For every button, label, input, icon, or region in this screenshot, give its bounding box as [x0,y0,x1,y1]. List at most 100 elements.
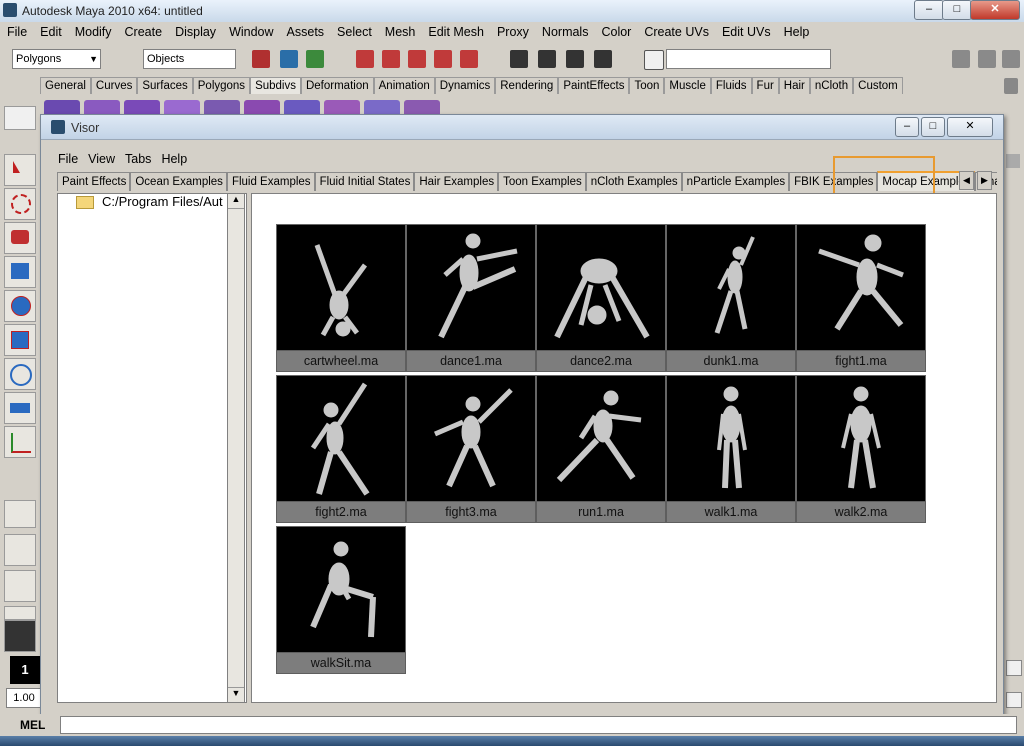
rotate-tool-icon[interactable] [4,290,36,322]
shelf-tab[interactable]: Rendering [495,77,559,94]
thumbnail-item[interactable]: run1.ma [536,375,666,523]
universal-manipulator-icon[interactable] [4,358,36,390]
tab-scroll-right-icon[interactable]: ▶ [977,171,992,190]
visor-tab[interactable]: Ocean Examples [130,172,227,191]
thumbnail-item[interactable]: dance1.ma [406,224,536,372]
persp-outliner-layout-icon[interactable] [4,570,36,602]
select-component-icon[interactable] [306,50,324,68]
snap-plane-icon[interactable] [434,50,452,68]
maximize-button[interactable]: □ [942,0,972,20]
trash-icon[interactable] [1004,78,1018,94]
shelf-tab[interactable]: PaintEffects [558,77,630,94]
visor-close-button[interactable]: ✕ [947,117,993,137]
visor-tab[interactable]: Hair Examples [414,172,499,191]
visor-tab[interactable]: nParticle Examples [681,172,790,191]
menu-select[interactable]: Select [330,22,378,41]
hypershade-icon[interactable] [594,50,612,68]
thumbnail-item[interactable]: fight2.ma [276,375,406,523]
visor-menu-file[interactable]: File [53,151,83,167]
menu-help[interactable]: Help [777,22,816,41]
paint-select-icon[interactable] [4,222,36,254]
snap-curve-icon[interactable] [382,50,400,68]
menu-create-uvs[interactable]: Create UVs [637,22,715,41]
script-editor-icon[interactable] [1006,660,1022,676]
menu-window[interactable]: Window [222,22,279,41]
shelf-tab[interactable]: Curves [90,77,138,94]
shelf-tab[interactable]: Toon [629,77,665,94]
select-object-icon[interactable] [280,50,298,68]
thumbnail-item[interactable]: cartwheel.ma [276,224,406,372]
make-live-icon[interactable] [460,50,478,68]
thumbnail-item[interactable]: walk2.ma [796,375,926,523]
shelf-tab[interactable]: Polygons [192,77,251,94]
show-manipulator-icon[interactable] [4,426,36,458]
shelf-tab[interactable]: nCloth [809,77,854,94]
shelf-tab[interactable]: Dynamics [434,77,496,94]
selection-field[interactable]: Objects [143,49,236,69]
single-perspective-layout-icon[interactable] [4,500,36,528]
tree-item[interactable]: C:/Program Files/Aut [76,194,223,210]
command-field[interactable] [666,49,831,69]
shelf-tab-active[interactable]: Subdivs [250,77,301,94]
snap-grid-icon[interactable] [356,50,374,68]
input-line-icon[interactable] [644,50,664,70]
menu-normals[interactable]: Normals [535,22,595,41]
attribute-editor-icon[interactable] [952,50,970,68]
snap-point-icon[interactable] [408,50,426,68]
thumbnail-item[interactable]: fight1.ma [796,224,926,372]
tool-icon[interactable] [1006,154,1020,168]
mel-input[interactable] [60,716,1017,734]
visor-maximize-button[interactable]: □ [921,117,945,137]
menu-modify[interactable]: Modify [68,22,118,41]
close-button[interactable]: ✕ [970,0,1020,20]
minimize-button[interactable]: – [914,0,944,20]
menu-display[interactable]: Display [168,22,222,41]
menu-color[interactable]: Color [594,22,637,41]
thumbnail-item[interactable]: fight3.ma [406,375,536,523]
four-view-layout-icon[interactable] [4,534,36,566]
mode-dropdown[interactable]: Polygons ▼ [12,49,101,69]
render-view-icon[interactable] [1006,692,1022,708]
visor-tab[interactable]: Paint Effects [57,172,131,191]
shelf-tab[interactable]: Fluids [710,77,752,94]
visor-tab[interactable]: FBIK Examples [789,172,878,191]
move-tool-icon[interactable] [4,256,36,288]
menu-proxy[interactable]: Proxy [490,22,535,41]
render-settings-icon[interactable] [566,50,584,68]
visor-tab[interactable]: Fluid Initial States [314,172,415,191]
thumbnail-item[interactable]: dunk1.ma [666,224,796,372]
menu-edit-uvs[interactable]: Edit UVs [715,22,777,41]
menu-file[interactable]: File [0,22,33,41]
shelf-tab[interactable]: Muscle [664,77,711,94]
lasso-tool-icon[interactable] [4,188,36,220]
shelf-tab[interactable]: Deformation [300,77,374,94]
render-icon[interactable] [510,50,528,68]
thumbnail-item[interactable]: dance2.ma [536,224,666,372]
shelf-tab[interactable]: Surfaces [137,77,193,94]
shelf-tab[interactable]: Animation [373,77,435,94]
visor-menu-view[interactable]: View [83,151,120,167]
select-tool-icon[interactable] [4,154,36,186]
shelf-menu-button[interactable] [4,106,36,130]
visor-minimize-button[interactable]: – [895,117,919,137]
visor-menu-tabs[interactable]: Tabs [120,151,156,167]
menu-mesh[interactable]: Mesh [378,22,422,41]
scroll-up-icon[interactable]: ▲ [228,194,244,209]
visor-tab[interactable]: nCloth Examples [585,172,682,191]
select-hierarchy-icon[interactable] [252,50,270,68]
menu-assets[interactable]: Assets [280,22,331,41]
shelf-tab[interactable]: General [40,77,91,94]
visor-menu-help[interactable]: Help [156,151,192,167]
visor-tab[interactable]: Toon Examples [498,172,586,191]
thumbnail-item[interactable]: walkSit.ma [276,526,406,674]
soft-modification-icon[interactable] [4,392,36,424]
layout-small-icon[interactable] [4,606,36,620]
current-frame[interactable]: 1 [10,656,40,684]
menu-edit-mesh[interactable]: Edit Mesh [421,22,490,41]
tab-scroll-left-icon[interactable]: ◀ [959,171,974,190]
ipr-render-icon[interactable] [538,50,556,68]
shelf-tab[interactable]: Custom [853,77,903,94]
scroll-down-icon[interactable]: ▼ [228,687,244,702]
tree-scrollbar[interactable]: ▲ ▼ [227,193,245,703]
thumbnail-item[interactable]: walk1.ma [666,375,796,523]
